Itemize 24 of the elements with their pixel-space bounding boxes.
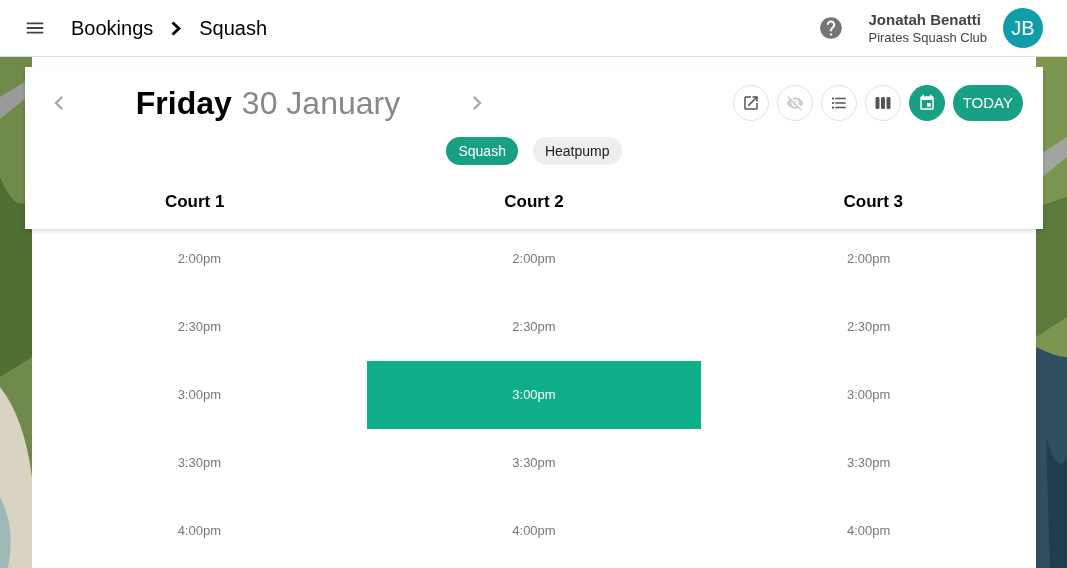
columns-icon	[873, 94, 892, 112]
avatar[interactable]: JB	[1003, 8, 1043, 48]
court-header: Court 3	[842, 191, 905, 213]
today-button[interactable]: TODAY	[952, 85, 1023, 121]
weekday: Friday	[135, 84, 232, 123]
breadcrumb-link[interactable]: Bookings	[71, 13, 154, 43]
club-name: Pirates Squash Club	[868, 28, 987, 47]
filter-chip[interactable]: Squash	[446, 137, 518, 165]
court-header: Court 2	[503, 191, 565, 213]
time-slot[interactable]: 3:00pm	[366, 361, 702, 429]
chevron-icon	[171, 20, 182, 36]
list-button[interactable]	[820, 85, 857, 121]
court-header: Court 1	[163, 191, 226, 213]
eye-off-icon	[785, 94, 804, 112]
breadcrumb-link[interactable]: Squash	[199, 13, 268, 43]
open-external-icon	[741, 94, 760, 112]
open-external-button[interactable]	[732, 85, 769, 121]
user-name: Jonatah Benatti	[868, 9, 981, 29]
columns-button[interactable]	[864, 85, 901, 121]
date: 30 January	[241, 84, 401, 123]
filter-chip[interactable]: Heatpump	[532, 137, 622, 165]
calendar-icon	[917, 94, 936, 112]
help-icon[interactable]	[818, 15, 845, 41]
calendar-button[interactable]	[908, 85, 945, 121]
